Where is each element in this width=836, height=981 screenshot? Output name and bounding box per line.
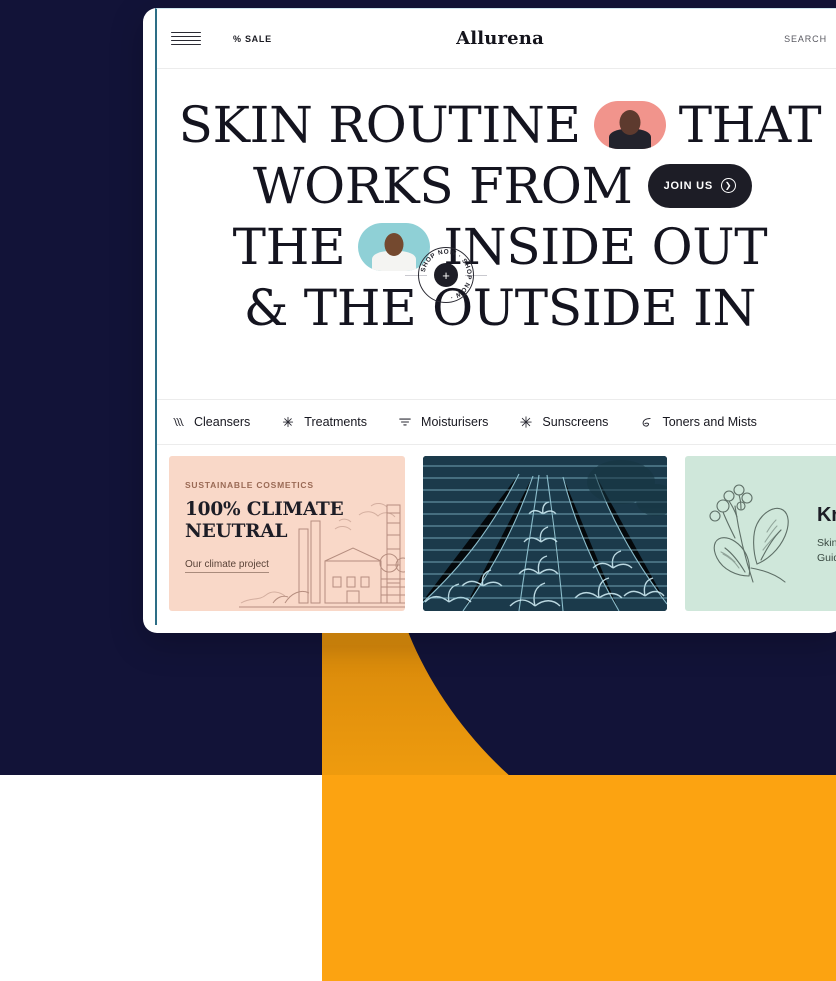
hero-headline-line-1: SKIN ROUTINE THAT	[157, 95, 836, 154]
waves-icon	[171, 415, 185, 429]
search-link[interactable]: SEARCH	[784, 34, 827, 44]
category-item-treatments[interactable]: Treatments	[281, 415, 367, 429]
hero-text-skin-routine: SKIN ROUTINE	[178, 95, 581, 154]
shop-now-badge[interactable]: SHOP NOW · SHOP NOW · +	[405, 247, 487, 303]
category-label: Cleansers	[194, 415, 251, 429]
hero-section: SKIN ROUTINE THAT WORKS FROM JOIN US ❯ T…	[157, 69, 836, 399]
promo-card-title: 100% CLIMATE NEUTRAL	[185, 499, 344, 543]
orange-block	[322, 775, 836, 981]
promo-card-subtitle: Skin-Care Guide	[817, 536, 836, 566]
portrait-head	[384, 232, 404, 256]
promo-card-title: Know	[817, 504, 836, 526]
promo-card-plantation[interactable]	[423, 456, 667, 611]
hero-pill-image-pink	[593, 100, 666, 149]
site-header: % SALE Allurena SEARCH	[157, 9, 836, 69]
promo-card-knowledge-content: Know Skin-Care Guide	[817, 504, 836, 566]
category-item-cleansers[interactable]: Cleansers	[171, 415, 250, 429]
promo-card-subtitle-line-2: Guide	[817, 552, 836, 565]
hero-headline-line-3: THE INSIDE OUT	[157, 217, 836, 276]
shop-now-badge-circle[interactable]: SHOP NOW · SHOP NOW · +	[418, 247, 474, 303]
category-item-toners-and-mists[interactable]: Toners and Mists	[639, 415, 757, 429]
sun-rays-icon	[519, 415, 533, 429]
category-item-sunscreens[interactable]: Sunscreens	[519, 415, 608, 429]
hero-text-outside-in: & THE OUTSIDE IN	[243, 278, 757, 337]
sparkle-icon	[281, 415, 295, 429]
browser-viewport: % SALE Allurena SEARCH SKIN ROUTINE THAT…	[155, 8, 836, 625]
hero-headline-line-4: & THE OUTSIDE IN	[157, 278, 836, 337]
category-label: Sunscreens	[542, 415, 609, 429]
category-label: Treatments	[304, 415, 368, 429]
sale-link[interactable]: % SALE	[233, 34, 272, 44]
category-nav-bar: Cleansers Treatments Moisturisers Sunscr…	[157, 399, 836, 445]
leaf-swirl-icon	[639, 415, 653, 429]
promo-card-title-line-1: 100% CLIMATE	[185, 499, 344, 520]
category-label: Toners and Mists	[662, 415, 757, 429]
portrait-head	[619, 109, 641, 135]
promo-card-kicker: SUSTAINABLE COSMETICS	[185, 480, 314, 490]
promo-card-knowledge[interactable]: Know Skin-Care Guide	[685, 456, 836, 611]
promo-card-title-line-2: NEUTRAL	[185, 520, 288, 542]
chevron-right-icon: ❯	[720, 178, 736, 193]
promo-card-climate[interactable]: SUSTAINABLE COSMETICS 100% CLIMATE NEUTR…	[169, 456, 405, 611]
botanical-leaf-engraving-illustration	[709, 484, 789, 583]
filter-lines-icon	[398, 415, 412, 429]
join-us-label: JOIN US	[663, 179, 713, 192]
category-label: Moisturisers	[421, 415, 489, 429]
join-us-button[interactable]: JOIN US ❯	[647, 163, 752, 208]
brand-logo-text[interactable]: Allurena	[456, 28, 544, 49]
promo-card-subtitle-line-1: Skin-Care	[817, 537, 836, 549]
hero-text-works-from: WORKS FROM	[253, 156, 633, 215]
hero-text-that: THAT	[678, 95, 822, 154]
category-item-moisturisers[interactable]: Moisturisers	[398, 415, 488, 429]
plus-icon: +	[434, 263, 458, 287]
hero-text-the: THE	[232, 217, 346, 276]
promo-card-climate-content: SUSTAINABLE COSMETICS 100% CLIMATE NEUTR…	[185, 480, 344, 573]
crop-rows-engraving-illustration	[423, 456, 667, 611]
hero-headline-line-2: WORKS FROM JOIN US ❯	[157, 156, 836, 215]
promo-card-strip: SUSTAINABLE COSMETICS 100% CLIMATE NEUTR…	[157, 445, 836, 611]
promo-card-link[interactable]: Our climate project	[185, 559, 269, 573]
hero-text-inside-out: INSIDE OUT	[443, 217, 768, 276]
hamburger-icon[interactable]	[171, 31, 201, 46]
